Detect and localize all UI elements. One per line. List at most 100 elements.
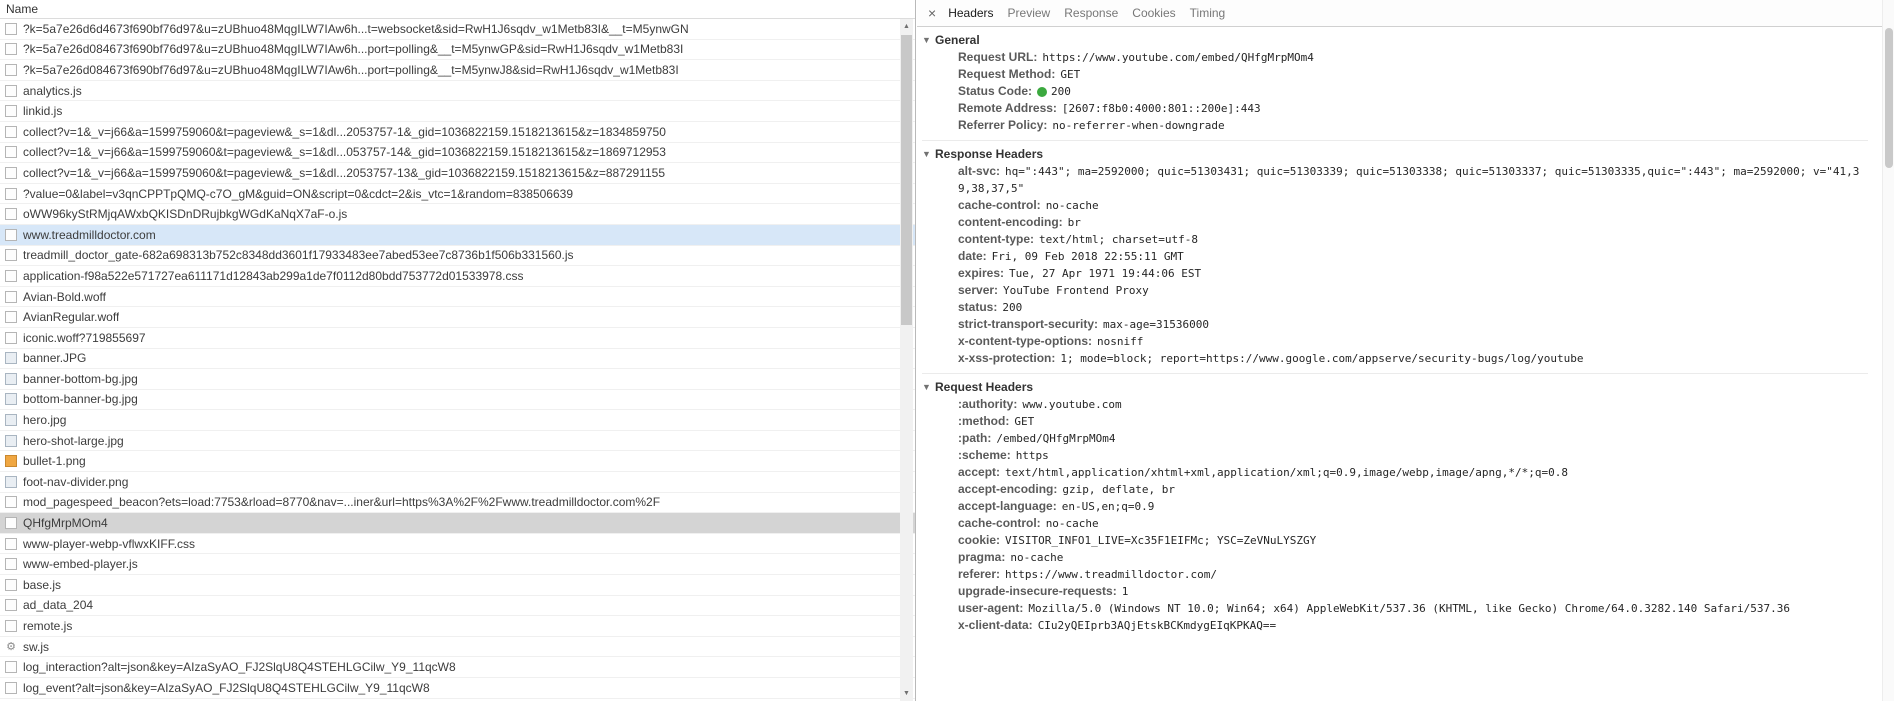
header-item: accept-encoding: gzip, deflate, br [922,481,1868,498]
header-item: Request Method: GET [922,66,1868,83]
file-icon [5,43,17,56]
request-row[interactable]: bottom-banner-bg.jpg [0,390,915,411]
request-row[interactable]: collect?v=1&_v=j66&a=1599759060&t=pagevi… [0,163,915,184]
request-name: remote.js [23,619,73,634]
scroll-up-arrow-icon[interactable]: ▲ [900,19,913,34]
header-name: strict-transport-security: [958,317,1099,331]
header-item: status: 200 [922,299,1868,316]
tab-timing[interactable]: Timing [1183,0,1233,26]
request-row[interactable]: QHfgMrpMOm4 [0,513,915,534]
request-row[interactable]: banner.JPG [0,349,915,370]
header-value: max-age=31536000 [1103,318,1209,331]
header-name: :method: [958,414,1010,428]
request-row[interactable]: hero.jpg [0,410,915,431]
request-name: QHfgMrpMOm4 [23,516,108,531]
request-row[interactable]: log_event?alt=json&key=AIzaSyAO_FJ2SlqU8… [0,678,915,699]
file-icon [5,496,17,509]
image-file-icon [5,455,17,468]
section-title[interactable]: ▼ General [922,32,1868,49]
header-name: :path: [958,431,992,445]
scroll-down-arrow-icon[interactable]: ▼ [900,686,913,701]
request-row[interactable]: www-player-webp-vflwxKIFF.css [0,534,915,555]
details-scrollbar[interactable] [1882,0,1894,701]
header-item: :method: GET [922,413,1868,430]
request-row[interactable]: application-f98a522e571727ea611171d12843… [0,266,915,287]
request-row[interactable]: AvianRegular.woff [0,307,915,328]
tab-headers[interactable]: Headers [941,0,1000,26]
section-title[interactable]: ▼ Response Headers [922,146,1868,163]
header-value: text/html,application/xhtml+xml,applicat… [1005,466,1568,479]
header-value: en-US,en;q=0.9 [1061,500,1155,513]
image-file-icon [5,414,17,427]
header-value: GET [1060,68,1081,81]
request-row[interactable]: foot-nav-divider.png [0,472,915,493]
network-scrollbar-thumb[interactable] [901,35,912,325]
header-value: nosniff [1097,335,1144,348]
request-name: www-player-webp-vflwxKIFF.css [23,536,196,551]
request-name: ?k=5a7e26d084673f690bf76d97&u=zUBhuo48Mq… [23,42,684,57]
details-tabs: Headers Preview Response Cookies Timing [941,0,1232,26]
request-row[interactable]: oWW96kyStRMjqAWxbQKISDnDRujbkgWGdKaNqX7a… [0,204,915,225]
tab-response[interactable]: Response [1057,0,1125,26]
request-row[interactable]: ?k=5a7e26d6d4673f690bf76d97&u=zUBhuo48Mq… [0,19,915,40]
request-name: foot-nav-divider.png [23,474,129,489]
request-name: www.treadmilldoctor.com [23,227,156,242]
request-name: ad_data_204 [23,598,94,613]
request-row[interactable]: mod_pagespeed_beacon?ets=load:7753&rload… [0,493,915,514]
header-value: no-referrer-when-downgrade [1052,119,1225,132]
request-row[interactable]: iconic.woff?719855697 [0,328,915,349]
request-row[interactable]: www.treadmilldoctor.com [0,224,915,246]
header-value: GET [1014,415,1035,428]
headers-section: ▼ Request Headers:authority: www.youtube.c… [922,373,1868,634]
header-value: br [1067,216,1081,229]
header-value: [2607:f8b0:4000:801::200e]:443 [1061,102,1261,115]
request-row[interactable]: ?k=5a7e26d084673f690bf76d97&u=zUBhuo48Mq… [0,60,915,81]
request-row[interactable]: ?value=0&label=v3qnCPPTpQMQ-c7O_gM&guid=… [0,184,915,205]
header-name: server: [958,283,999,297]
name-column-header[interactable]: Name [0,0,915,19]
request-name: application-f98a522e571727ea611171d12843… [23,268,524,283]
request-row[interactable]: hero-shot-large.jpg [0,431,915,452]
file-icon [5,84,17,97]
headers-section: ▼ General Request URL: https://www.youtube.… [922,32,1868,134]
request-name: sw.js [23,639,50,654]
request-row[interactable]: log_interaction?alt=json&key=AIzaSyAO_FJ… [0,657,915,678]
request-row[interactable]: banner-bottom-bg.jpg [0,369,915,390]
request-row[interactable]: linkid.js [0,101,915,122]
image-file-icon [5,475,17,488]
image-file-icon [5,434,17,447]
header-value: Fri, 09 Feb 2018 22:55:11 GMT [991,250,1184,263]
request-row[interactable]: remote.js [0,616,915,637]
header-item: alt-svc: hq=":443"; ma=2592000; quic=5130… [922,163,1868,197]
request-row[interactable]: collect?v=1&_v=j66&a=1599759060&t=pagevi… [0,143,915,164]
header-name: date: [958,249,987,263]
request-name: bullet-1.png [23,454,86,469]
section-title[interactable]: ▼ Request Headers [922,379,1868,396]
disclosure-triangle-icon: ▼ [922,149,931,159]
request-row[interactable]: treadmill_doctor_gate-682a698313b752c834… [0,246,915,267]
request-row[interactable]: Avian-Bold.woff [0,287,915,308]
tab-cookies[interactable]: Cookies [1125,0,1182,26]
request-row[interactable]: ?k=5a7e26d084673f690bf76d97&u=zUBhuo48Mq… [0,40,915,61]
network-list-scrollbar[interactable]: ▲ ▼ [900,19,913,701]
request-row[interactable]: ⚙ sw.js [0,637,915,658]
request-name: Avian-Bold.woff [23,289,106,304]
request-row[interactable]: bullet-1.png [0,451,915,473]
header-name: alt-svc: [958,164,1001,178]
request-name: banner-bottom-bg.jpg [23,371,138,386]
request-row[interactable]: analytics.js [0,81,915,102]
request-name: collect?v=1&_v=j66&a=1599759060&t=pagevi… [23,165,665,180]
request-row[interactable]: ad_data_204 [0,596,915,617]
request-row[interactable]: base.js [0,575,915,596]
request-name: AvianRegular.woff [23,310,120,325]
tab-preview[interactable]: Preview [1001,0,1058,26]
close-details-button[interactable]: × [923,5,941,21]
details-scrollbar-thumb[interactable] [1885,28,1893,168]
header-value: https://www.youtube.com/embed/QHfgMrpMOm… [1042,51,1314,64]
request-rows: ?k=5a7e26d6d4673f690bf76d97&u=zUBhuo48Mq… [0,19,915,699]
request-row[interactable]: www-embed-player.js [0,554,915,576]
image-file-icon [5,352,17,365]
file-icon [5,208,17,221]
header-name: Referrer Policy: [958,118,1048,132]
request-row[interactable]: collect?v=1&_v=j66&a=1599759060&t=pagevi… [0,122,915,143]
